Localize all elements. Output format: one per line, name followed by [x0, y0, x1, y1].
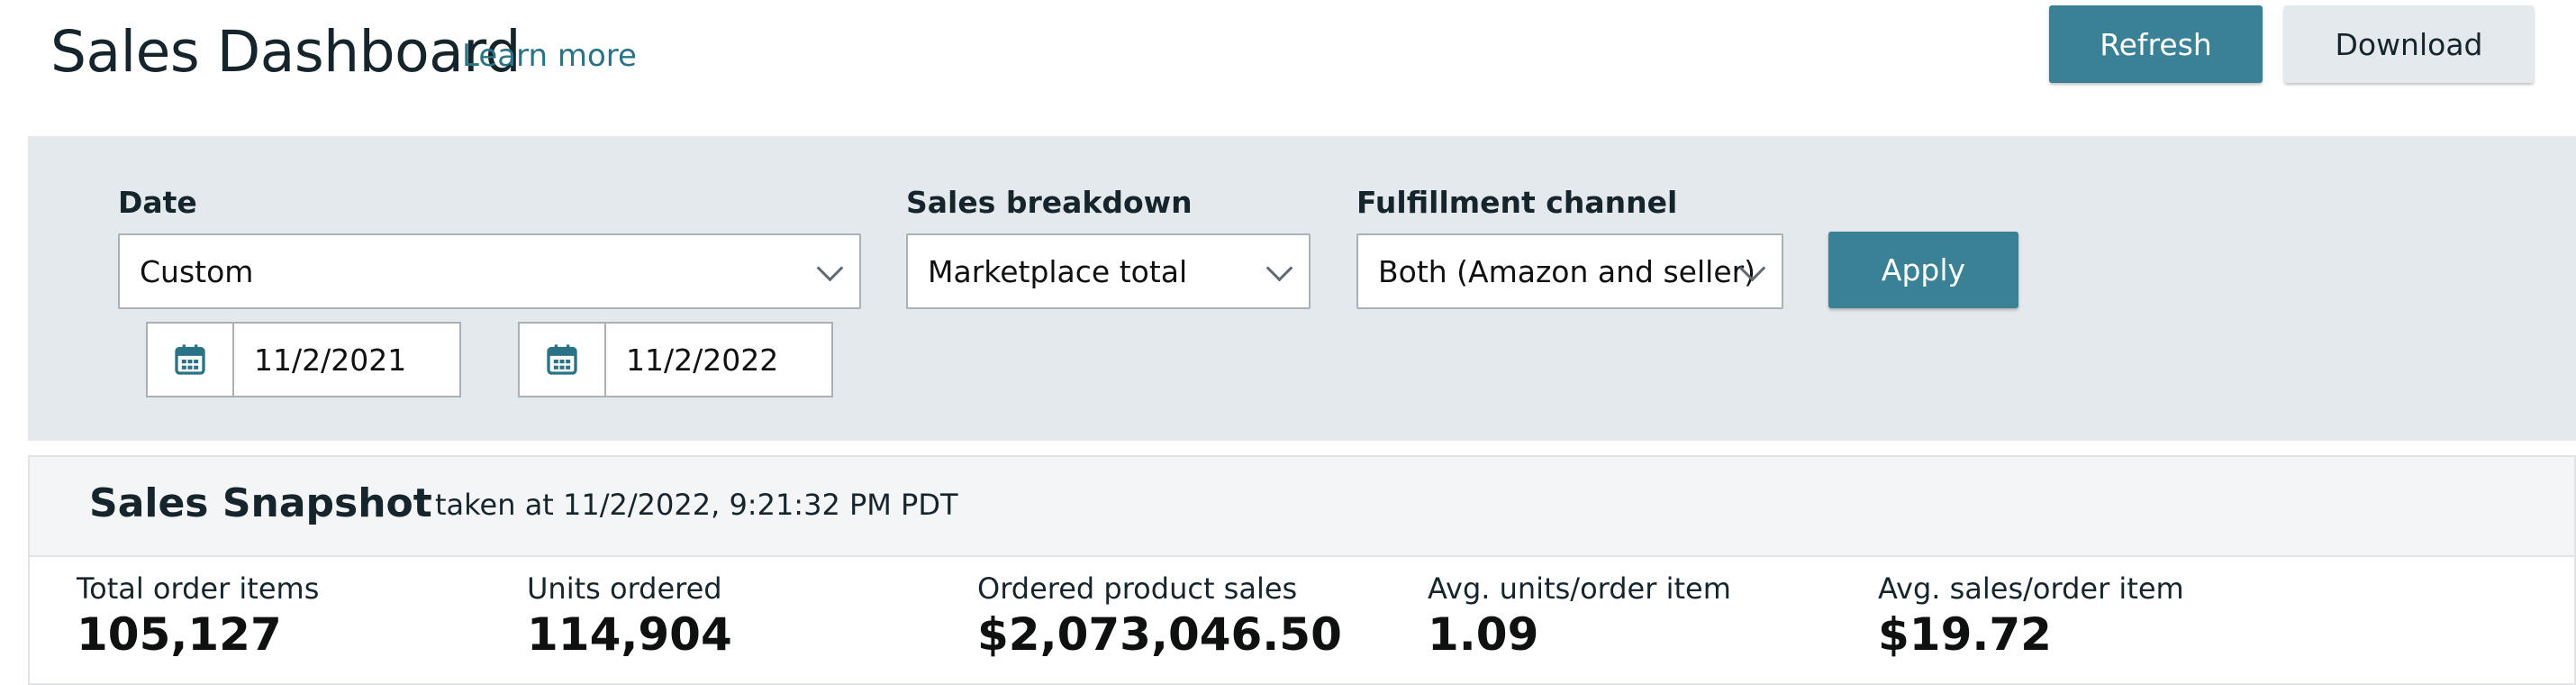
- sales-breakdown-label: Sales breakdown: [906, 185, 1193, 220]
- metric-units-ordered: Units ordered 114,904: [527, 571, 732, 661]
- apply-button[interactable]: Apply: [1828, 232, 2018, 308]
- fulfillment-channel-label: Fulfillment channel: [1356, 185, 1678, 220]
- sales-breakdown-value: Marketplace total: [928, 253, 1188, 289]
- calendar-icon: [175, 344, 205, 375]
- calendar-icon: [547, 344, 577, 375]
- end-date-calendar-button[interactable]: [520, 324, 606, 396]
- download-button[interactable]: Download: [2284, 5, 2534, 83]
- date-range-select[interactable]: Custom: [118, 233, 861, 309]
- end-date-input[interactable]: 11/2/2022: [606, 324, 831, 396]
- fulfillment-channel-select[interactable]: Both (Amazon and seller): [1356, 233, 1783, 309]
- chevron-down-icon: [1265, 254, 1293, 282]
- metric-value: $19.72: [1878, 608, 2052, 661]
- metric-label: Ordered product sales: [977, 571, 1298, 606]
- fulfillment-channel-value: Both (Amazon and seller): [1378, 253, 1756, 289]
- learn-more-link[interactable]: Learn more: [462, 36, 637, 76]
- sales-snapshot-title: Sales Snapshot: [89, 480, 432, 526]
- metric-label: Avg. units/order item: [1428, 571, 1731, 606]
- metric-total-order-items: Total order items 105,127: [77, 571, 319, 661]
- metric-ordered-product-sales: Ordered product sales $2,073,046.50: [977, 571, 1342, 661]
- snapshot-timestamp: taken at 11/2/2022, 9:21:32 PM PDT: [435, 488, 958, 522]
- date-range-value: Custom: [140, 253, 254, 289]
- chevron-down-icon: [816, 254, 844, 282]
- sales-snapshot-panel: Sales Snapshot taken at 11/2/2022, 9:21:…: [28, 455, 2576, 685]
- end-date-field: 11/2/2022: [518, 322, 833, 397]
- metric-value: 105,127: [77, 608, 282, 661]
- metric-avg-units-per-order-item: Avg. units/order item 1.09: [1428, 571, 1731, 661]
- refresh-button[interactable]: Refresh: [2049, 5, 2263, 83]
- metric-value: 1.09: [1428, 608, 1539, 661]
- page-title: Sales Dashboard: [50, 19, 522, 85]
- sales-snapshot-header: Sales Snapshot taken at 11/2/2022, 9:21:…: [30, 457, 2574, 557]
- metric-label: Avg. sales/order item: [1878, 571, 2184, 606]
- date-filter-label: Date: [118, 185, 197, 220]
- metric-value: $2,073,046.50: [977, 608, 1342, 661]
- metric-label: Units ordered: [527, 571, 722, 606]
- metric-label: Total order items: [77, 571, 320, 606]
- metric-avg-sales-per-order-item: Avg. sales/order item $19.72: [1878, 571, 2184, 661]
- start-date-field: 11/2/2021: [146, 322, 461, 397]
- sales-breakdown-select[interactable]: Marketplace total: [906, 233, 1311, 309]
- start-date-calendar-button[interactable]: [148, 324, 234, 396]
- start-date-input[interactable]: 11/2/2021: [234, 324, 459, 396]
- metric-value: 114,904: [527, 608, 732, 661]
